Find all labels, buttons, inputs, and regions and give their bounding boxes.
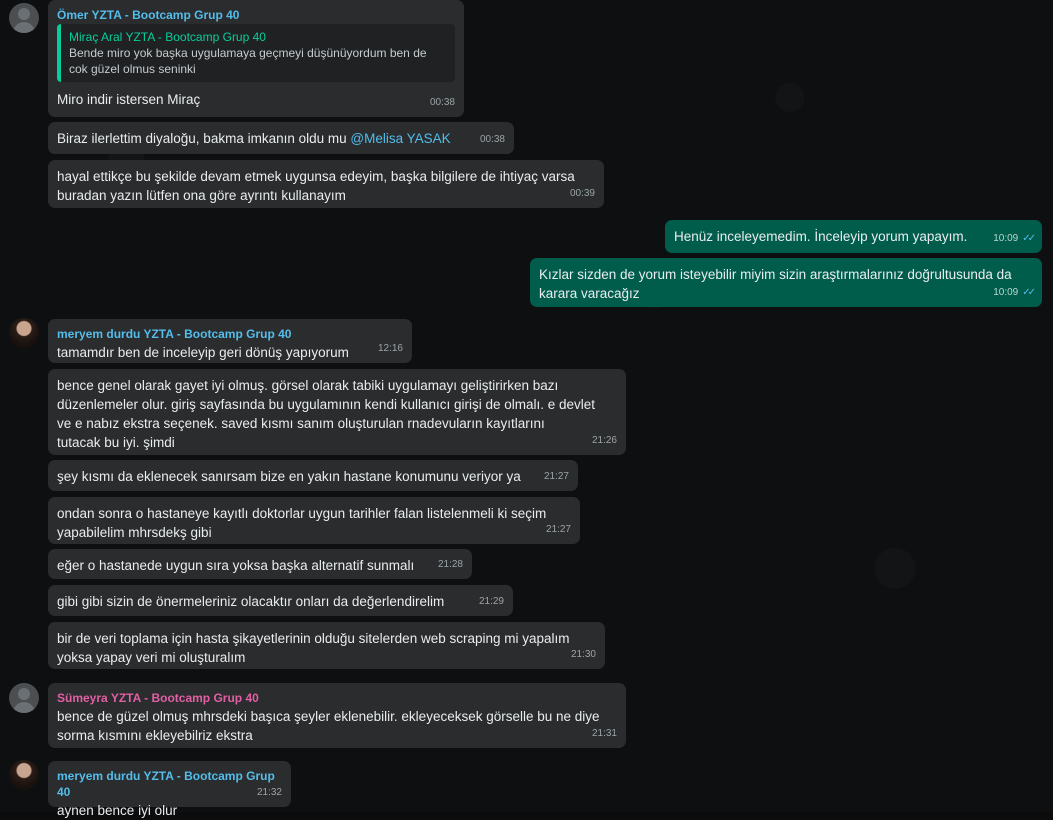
read-receipt-icon: ✓✓	[1022, 287, 1036, 298]
mention-link[interactable]: @Melisa YASAK	[350, 131, 450, 146]
sender-name[interactable]: Ömer YZTA - Bootcamp Grup 40	[57, 7, 455, 23]
message-time: 00:38	[479, 134, 505, 145]
message-bubble[interactable]: şey kısmı da eklenecek sanırsam bize en …	[48, 460, 578, 491]
message-time: 21:27	[543, 471, 569, 482]
message-text: Kızlar sizden de yorum isteyebilir miyim…	[539, 267, 1012, 301]
sender-name[interactable]: Sümeyra YZTA - Bootcamp Grup 40	[57, 690, 617, 706]
message-text: bir de veri toplama için hasta şikayetle…	[57, 631, 570, 665]
quoted-text: Bende miro yok başka uygulamaya geçmeyi …	[69, 46, 427, 76]
message-text: Miro indir istersen Miraç	[57, 92, 201, 107]
message-bubble[interactable]: meryem durdu YZTA - Bootcamp Grup 40 tam…	[48, 319, 412, 363]
avatar[interactable]	[9, 318, 39, 348]
message-text: tamamdır ben de inceleyip geri dönüş yap…	[57, 345, 349, 360]
message-time: 21:29	[478, 596, 504, 607]
quoted-message[interactable]: Miraç Aral YZTA - Bootcamp Grup 40 Bende…	[57, 24, 455, 82]
message-status: 10:09 ✓✓	[993, 283, 1036, 302]
avatar[interactable]	[9, 760, 39, 790]
message-bubble[interactable]: bir de veri toplama için hasta şikayetle…	[48, 622, 605, 669]
message-bubble[interactable]: Biraz ilerlettim diyaloğu, bakma imkanın…	[48, 122, 514, 154]
outgoing-message-bubble[interactable]: Henüz inceleyemedim. İnceleyip yorum yap…	[665, 220, 1042, 253]
outgoing-message-bubble[interactable]: Kızlar sizden de yorum isteyebilir miyim…	[530, 258, 1042, 307]
message-time: 00:39	[569, 188, 595, 199]
message-text: bence de güzel olmuş mhrsdeki başıca şey…	[57, 709, 600, 743]
message-time: 10:09	[993, 287, 1019, 298]
sender-name[interactable]: meryem durdu YZTA - Bootcamp Grup 40	[57, 326, 403, 342]
avatar[interactable]	[9, 3, 39, 33]
message-text: şey kısmı da eklenecek sanırsam bize en …	[57, 469, 521, 484]
message-time: 21:30	[570, 649, 596, 660]
message-text: hayal ettikçe bu şekilde devam etmek uyg…	[57, 169, 575, 203]
avatar[interactable]	[9, 683, 39, 713]
sender-name[interactable]: meryem durdu YZTA - Bootcamp Grup 40	[57, 768, 282, 800]
message-bubble[interactable]: gibi gibi sizin de önermeleriniz olacakt…	[48, 585, 513, 616]
message-text: Henüz inceleyemedim. İnceleyip yorum yap…	[674, 229, 968, 244]
message-status: 10:09 ✓✓	[993, 229, 1036, 248]
message-text: gibi gibi sizin de önermeleriniz olacakt…	[57, 594, 445, 609]
message-time: 00:38	[429, 97, 455, 108]
message-time: 21:28	[437, 559, 463, 570]
message-bubble[interactable]: hayal ettikçe bu şekilde devam etmek uyg…	[48, 160, 604, 208]
message-time: 21:31	[591, 728, 617, 739]
quoted-sender: Miraç Aral YZTA - Bootcamp Grup 40	[69, 30, 266, 44]
message-time: 21:32	[256, 787, 282, 798]
message-text: ondan sonra o hastaneye kayıtlı doktorla…	[57, 506, 547, 540]
message-text: eğer o hastanede uygun sıra yoksa başka …	[57, 558, 415, 573]
message-time: 10:09	[993, 233, 1019, 244]
message-time: 21:27	[545, 524, 571, 535]
message-bubble[interactable]: meryem durdu YZTA - Bootcamp Grup 40 ayn…	[48, 761, 291, 818]
message-bubble[interactable]: ondan sonra o hastaneye kayıtlı doktorla…	[48, 497, 580, 544]
message-time: 12:16	[377, 343, 403, 354]
message-time: 21:26	[591, 435, 617, 446]
read-receipt-icon: ✓✓	[1022, 233, 1036, 244]
message-text: Biraz ilerlettim diyaloğu, bakma imkanın…	[57, 131, 351, 146]
message-bubble[interactable]: eğer o hastanede uygun sıra yoksa başka …	[48, 549, 472, 579]
message-bubble[interactable]: Sümeyra YZTA - Bootcamp Grup 40 bence de…	[48, 683, 626, 748]
message-text: aynen bence iyi olur	[57, 803, 178, 818]
message-bubble[interactable]: Ömer YZTA - Bootcamp Grup 40 Miraç Aral …	[48, 0, 464, 117]
message-text: bence genel olarak gayet iyi olmuş. görs…	[57, 378, 596, 450]
message-bubble[interactable]: bence genel olarak gayet iyi olmuş. görs…	[48, 369, 626, 455]
